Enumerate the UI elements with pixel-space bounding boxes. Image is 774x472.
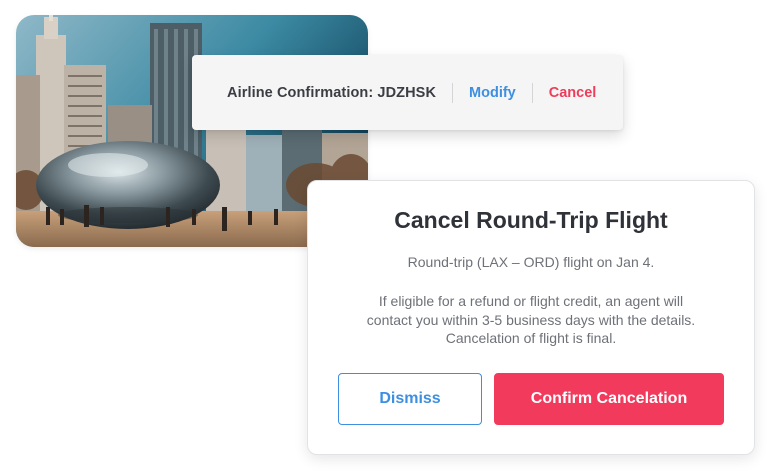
route-text: Round-trip (LAX – ORD) flight on Jan 4. bbox=[407, 254, 655, 270]
dialog-body: If eligible for a refund or flight credi… bbox=[338, 292, 724, 348]
modify-link[interactable]: Modify bbox=[469, 85, 516, 101]
cancel-flight-dialog: Cancel Round-Trip Flight Round-trip (LAX… bbox=[307, 180, 755, 455]
body-line: Cancelation of flight is final. bbox=[445, 330, 617, 346]
dismiss-button[interactable]: Dismiss bbox=[338, 373, 482, 425]
confirm-cancelation-button[interactable]: Confirm Cancelation bbox=[494, 373, 724, 425]
cancel-link[interactable]: Cancel bbox=[549, 85, 597, 101]
body-line: If eligible for a refund or flight credi… bbox=[378, 293, 684, 309]
confirmation-bar: Airline Confirmation: JDZHSK Modify Canc… bbox=[192, 55, 623, 130]
divider bbox=[452, 82, 454, 103]
body-line: contact you within 3-5 business days wit… bbox=[366, 311, 696, 328]
dialog-title: Cancel Round-Trip Flight bbox=[394, 207, 668, 233]
confirmation-label: Airline Confirmation: JDZHSK bbox=[227, 84, 437, 101]
divider bbox=[531, 82, 533, 103]
